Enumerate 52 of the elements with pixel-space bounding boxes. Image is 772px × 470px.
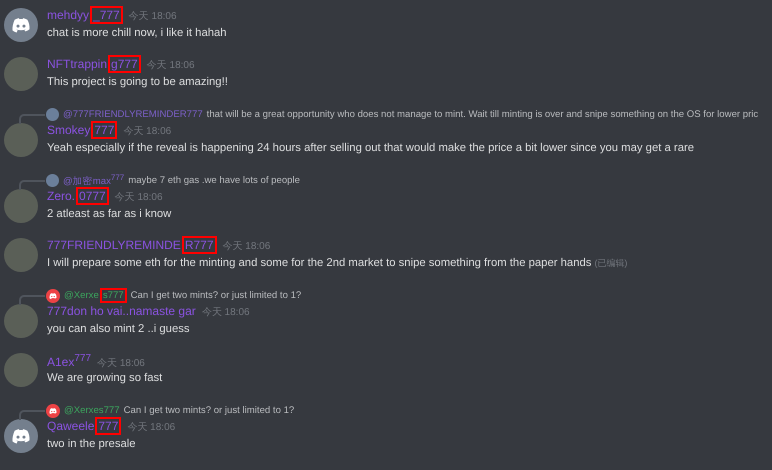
message-text: chat is more chill now, i like it hahah (47, 26, 227, 41)
annotation-box: _777 (90, 6, 123, 24)
author-name[interactable]: 777FRIENDLYREMINDE R777 (47, 238, 216, 252)
reply-avatar (46, 174, 59, 187)
reply-mention[interactable]: @Xerxes777 (64, 405, 120, 416)
timestamp: 今天 18:06 (123, 125, 172, 138)
annotation-box: 0777 (76, 187, 109, 205)
message-text: two in the presale (47, 437, 136, 452)
message-text: Yeah especially if the reveal is happening 24 hours after selling out that would make the price a bit lower since you may get a rare (47, 141, 694, 156)
author-name[interactable]: A1ex$^{777}$ (47, 353, 92, 369)
annotation-box: g777 (108, 55, 141, 73)
reply-text: Can I get two mints? or just limited to 1? (124, 405, 294, 416)
reply-text: maybe 7 eth gas .we have lots of people (128, 175, 300, 186)
reply-avatar-icon (46, 404, 60, 418)
annotation-box: 777 (95, 417, 122, 435)
avatar-photo-placeholder[interactable] (4, 57, 38, 91)
avatar-photo-placeholder[interactable] (4, 304, 38, 338)
annotation-box: R777 (182, 236, 216, 254)
reply-mention[interactable]: @Xerxe s777 (64, 290, 127, 301)
author-name[interactable]: NFTtrappin g777 (47, 57, 141, 71)
author-name[interactable]: Qaweele 777 (47, 419, 122, 433)
reply-text: Can I get two mints? or just limited to 1? (130, 290, 302, 301)
timestamp: 今天 18:06 (146, 59, 195, 72)
reply-avatar (46, 108, 59, 121)
timestamp: 今天 18:06 (114, 191, 163, 204)
timestamp: 今天 18:06 (222, 240, 270, 253)
message-text: This project is going to be amazing!! (47, 75, 228, 90)
reply-text: that will be a great opportunity who does not manage to mint. Wait till minting is over and snipe something on the OS for lower pric (206, 109, 758, 120)
author-name[interactable]: mehdyy _777 (47, 8, 123, 22)
author-name[interactable]: 777don ho vai..namaste gar (47, 304, 196, 318)
timestamp: 今天 18:06 (128, 10, 177, 23)
message-text: 2 atleast as far as i know (47, 207, 172, 222)
message-text: I will prepare some eth for the minting and some for the 2nd market to snipe something from the paper hands (47, 256, 592, 271)
author-name[interactable]: Zero. 0777 (47, 189, 109, 203)
edited-label: (已编辑) (594, 257, 628, 270)
timestamp: 今天 18:06 (127, 421, 176, 434)
reply-avatar-icon (46, 288, 60, 302)
annotation-box: 777 (91, 121, 118, 139)
discord-avatar-icon (4, 419, 38, 453)
author-name[interactable]: Smokey 777 (47, 123, 118, 137)
timestamp: 今天 18:06 (97, 357, 145, 370)
discord-avatar-icon (4, 8, 38, 42)
avatar-photo-placeholder[interactable] (4, 123, 38, 157)
avatar-photo-placeholder[interactable] (4, 238, 38, 272)
avatar-photo-placeholder[interactable] (4, 189, 38, 223)
reply-mention[interactable]: @加密max$^{777}$ (63, 172, 124, 188)
reply-mention[interactable]: @777FRIENDLYREMINDER777 (63, 109, 203, 120)
timestamp: 今天 18:06 (202, 306, 250, 319)
message-text: We are growing so fast (47, 371, 162, 386)
annotation-box: s777 (100, 288, 127, 303)
message-text: you can also mint 2 ..i guess (47, 322, 190, 337)
avatar-photo-placeholder[interactable] (4, 353, 38, 387)
